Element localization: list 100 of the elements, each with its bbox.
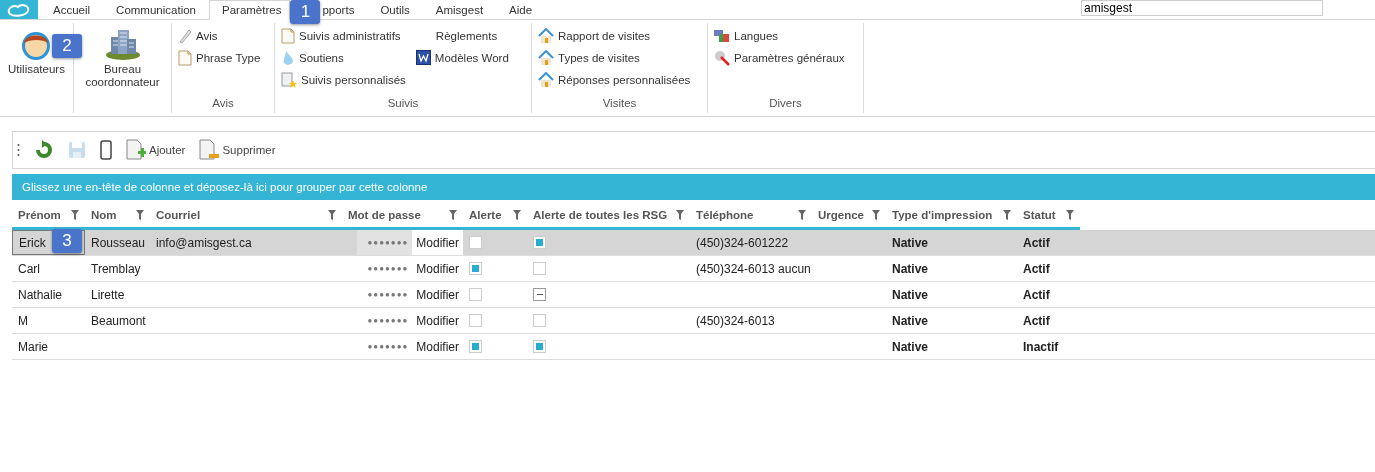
add-button[interactable]: Ajouter <box>126 139 186 161</box>
filter-icon[interactable] <box>1003 209 1011 220</box>
menu-tab[interactable]: Paramètres <box>209 0 291 20</box>
table-cell-text: M <box>17 312 29 330</box>
column-header[interactable]: Type d'impression <box>892 208 993 221</box>
column-header[interactable]: Urgence <box>818 208 865 221</box>
ribbon-button[interactable]: Langues <box>714 27 845 44</box>
table-cell-text: Actif <box>1022 260 1051 278</box>
search-field[interactable]: amisgest <box>1081 0 1323 16</box>
password-dots: ●●●●●●● <box>366 315 410 327</box>
group-label: Visites <box>601 97 638 111</box>
table-cell-text: Actif <box>1022 234 1051 252</box>
ribbon-button[interactable]: Soutiens <box>281 49 406 66</box>
house-icon <box>538 27 554 44</box>
column-header[interactable]: Courriel <box>156 208 201 221</box>
table-cell-text: Native <box>891 286 930 304</box>
password-dots: ●●●●●●● <box>357 230 413 255</box>
filter-icon[interactable] <box>676 209 684 220</box>
password-dots: ●●●●●●● <box>366 289 410 301</box>
edit-button[interactable]: Modifier <box>412 282 463 307</box>
remove-document-icon <box>199 139 220 161</box>
table-cell-text: (450)324-601222 <box>695 234 790 252</box>
pen-icon <box>178 27 192 44</box>
drop-icon <box>281 49 295 66</box>
table-cell-text: Lirette <box>90 286 126 304</box>
table-cell-text: Beaumont <box>90 312 147 330</box>
ribbon-button[interactable]: Suivis personnalisés <box>281 71 406 88</box>
checkbox[interactable] <box>469 236 482 249</box>
star-document-icon <box>281 71 297 88</box>
table-cell-text: Rousseau <box>90 234 147 252</box>
edit-button[interactable]: Modifier <box>412 256 463 281</box>
house-icon <box>538 49 554 66</box>
grip-icon <box>17 143 20 157</box>
group-label: Divers <box>768 97 803 111</box>
ribbon-button[interactable]: Règlements <box>415 27 509 44</box>
building-icon <box>104 27 141 61</box>
filter-icon[interactable] <box>449 209 457 220</box>
table-cell-text: Native <box>891 260 930 278</box>
column-header[interactable]: Prénom <box>18 208 61 221</box>
delete-button[interactable]: Supprimer <box>199 139 276 161</box>
callout-badge: 2 <box>52 34 82 58</box>
filter-icon[interactable] <box>513 209 521 220</box>
table-cell-text: Native <box>891 234 930 252</box>
column-header[interactable]: Statut <box>1023 208 1056 221</box>
checkbox[interactable] <box>533 288 546 301</box>
column-header[interactable]: Nom <box>91 208 117 221</box>
ribbon-button[interactable]: Suivis administratifs <box>281 27 406 44</box>
password-dots: ●●●●●●● <box>366 263 410 275</box>
callout-badge: 1 <box>290 0 321 24</box>
filter-icon[interactable] <box>71 209 79 220</box>
ribbon-button[interactable]: Modèles Word <box>415 49 509 66</box>
filter-icon[interactable] <box>1066 209 1074 220</box>
edit-button[interactable]: Modifier <box>412 230 463 255</box>
table-cell-text: Tremblay <box>90 260 142 278</box>
table-cell-text: Marie <box>17 338 49 356</box>
table-cell-text: Actif <box>1022 312 1051 330</box>
table-cell-text: info@amisgest.ca <box>155 234 253 252</box>
column-header[interactable]: Mot de passe <box>348 208 421 221</box>
checkbox[interactable] <box>533 340 546 353</box>
checkbox[interactable] <box>533 262 546 275</box>
refresh-icon[interactable] <box>34 140 54 160</box>
table-cell-text: (450)324-6013 aucun <box>695 260 812 278</box>
filter-icon[interactable] <box>328 209 336 220</box>
house-icon <box>538 71 554 88</box>
checkbox[interactable] <box>533 314 546 327</box>
ribbon-button[interactable]: Réponses personnalisées <box>538 71 691 88</box>
table-cell-text: Native <box>891 312 930 330</box>
add-document-icon <box>126 139 146 161</box>
table-cell-text: Inactif <box>1022 338 1060 356</box>
table-cell-text: Carl <box>17 260 41 278</box>
column-header[interactable]: Téléphone <box>696 208 754 221</box>
table-cell-text: Native <box>891 338 930 356</box>
checkbox[interactable] <box>533 236 546 249</box>
edit-button[interactable]: Modifier <box>412 334 463 359</box>
filter-icon[interactable] <box>136 209 144 220</box>
table-cell-text: (450)324-6013 <box>695 312 776 330</box>
checkbox[interactable] <box>469 288 482 301</box>
group-panel: Glissez une en-tête de colonne et déposez-là ici pour grouper par cette colonne <box>12 174 1375 200</box>
checkbox[interactable] <box>469 262 482 275</box>
flags-icon <box>714 28 730 43</box>
checkbox[interactable] <box>469 314 482 327</box>
column-header[interactable]: Alerte de toutes les RSG <box>533 208 668 221</box>
checkbox[interactable] <box>469 340 482 353</box>
table-cell-text: Nathalie <box>17 286 64 304</box>
ribbon-button[interactable]: Avis <box>178 27 261 44</box>
group-label: Avis <box>211 97 235 111</box>
edit-button[interactable]: Modifier <box>412 308 463 333</box>
callout-badge: 3 <box>52 229 82 253</box>
password-dots: ●●●●●●● <box>366 341 410 353</box>
filter-icon[interactable] <box>798 209 806 220</box>
word-icon <box>415 50 431 65</box>
document-icon <box>281 27 295 44</box>
ribbon-button[interactable]: Rapport de visites <box>538 27 691 44</box>
ribbon-button[interactable]: Types de visites <box>538 49 691 66</box>
filter-icon[interactable] <box>872 209 880 220</box>
column-header[interactable]: Alerte <box>469 208 502 221</box>
ribbon-button[interactable]: Phrase Type <box>178 49 261 66</box>
ribbon-button[interactable]: Paramètres généraux <box>714 49 845 66</box>
document-icon <box>178 49 192 66</box>
mobile-phone-icon[interactable] <box>100 140 112 160</box>
